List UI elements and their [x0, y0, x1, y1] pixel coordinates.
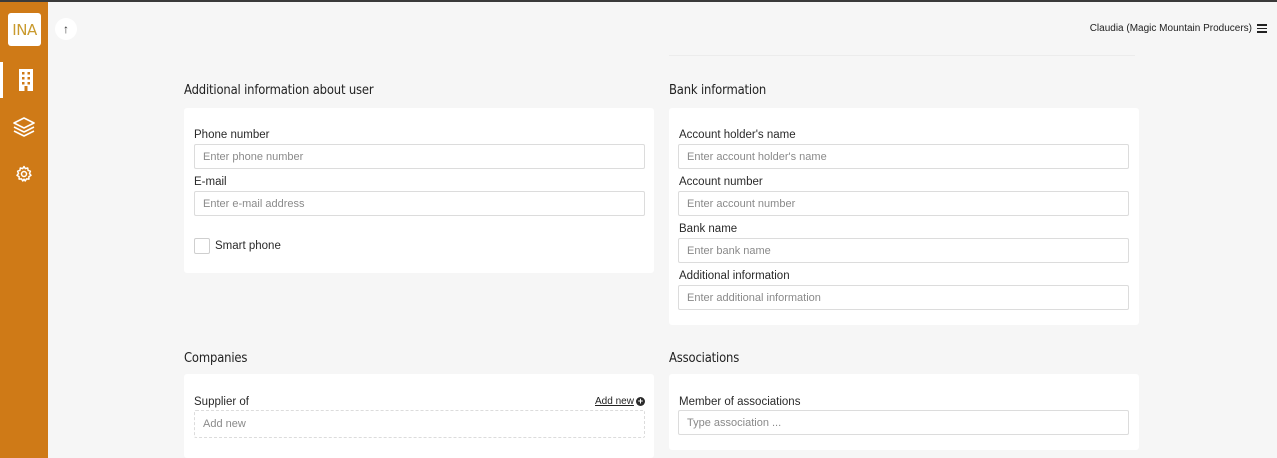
companies-card: Supplier of Add new +	[184, 374, 654, 458]
associations-title: Associations	[669, 350, 740, 366]
bank-info-card: Account holder's name Account number Ban…	[669, 108, 1139, 325]
sidebar-item-layers[interactable]	[0, 109, 48, 145]
user-account-label[interactable]: Claudia (Magic Mountain Producers)	[1090, 23, 1252, 34]
association-input[interactable]	[678, 410, 1129, 435]
sidebar-item-companies[interactable]	[0, 62, 48, 98]
phone-input[interactable]	[194, 144, 645, 169]
supplier-input[interactable]	[194, 410, 645, 438]
companies-title: Companies	[184, 350, 248, 366]
email-input[interactable]	[194, 191, 645, 216]
account-holder-label: Account holder's name	[679, 129, 796, 141]
smart-phone-checkbox[interactable]	[194, 238, 210, 254]
user-info-title: Additional information about user	[184, 82, 374, 98]
email-label: E-mail	[194, 176, 227, 188]
arrow-up-icon: ↑	[63, 22, 69, 36]
account-number-label: Account number	[679, 176, 763, 188]
building-icon	[17, 68, 35, 92]
bank-name-input[interactable]	[678, 238, 1129, 263]
layers-icon	[12, 116, 36, 138]
additional-info-input[interactable]	[678, 285, 1129, 310]
add-new-supplier-link[interactable]: Add new	[595, 396, 634, 407]
associations-card: Member of associations	[669, 374, 1139, 450]
account-holder-input[interactable]	[678, 144, 1129, 169]
sidebar: INA	[0, 2, 48, 458]
plus-circle-icon[interactable]: +	[636, 397, 645, 406]
hamburger-menu-icon[interactable]	[1257, 24, 1267, 33]
supplier-of-label: Supplier of	[194, 396, 249, 408]
bank-name-label: Bank name	[679, 223, 738, 235]
additional-info-label: Additional information	[679, 270, 790, 282]
app-logo[interactable]: INA	[8, 13, 41, 46]
divider	[669, 54, 1135, 56]
phone-label: Phone number	[194, 129, 270, 141]
bank-info-title: Bank information	[669, 82, 767, 98]
gear-icon	[15, 165, 33, 183]
user-info-card: Phone number E-mail Smart phone	[184, 108, 654, 273]
member-of-associations-label: Member of associations	[679, 396, 801, 408]
sidebar-item-settings[interactable]	[0, 156, 48, 192]
account-number-input[interactable]	[678, 191, 1129, 216]
smart-phone-label: Smart phone	[215, 240, 281, 252]
scroll-up-button[interactable]: ↑	[55, 18, 77, 40]
